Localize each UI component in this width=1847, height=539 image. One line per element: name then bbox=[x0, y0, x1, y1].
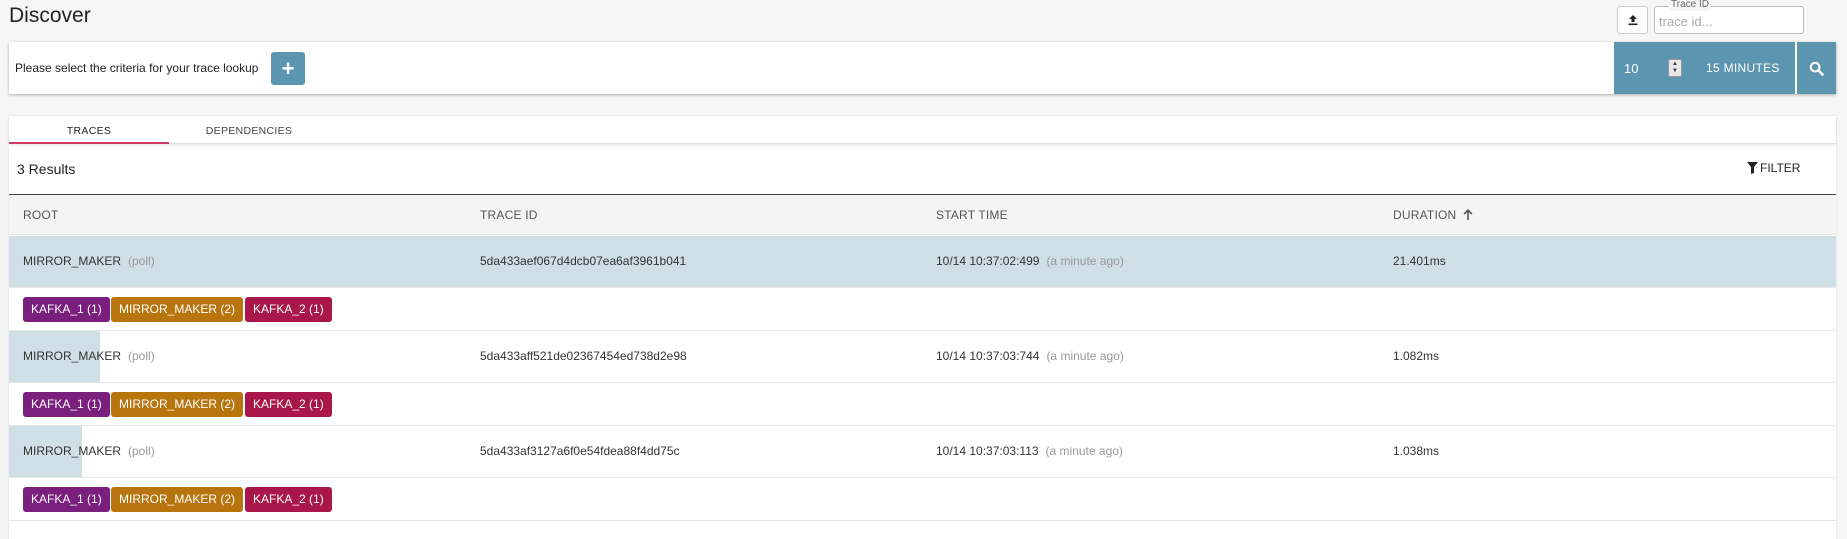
root-operation: (poll) bbox=[128, 254, 155, 268]
relative-time: (a minute ago) bbox=[1045, 444, 1123, 458]
column-header-root[interactable]: ROOT bbox=[23, 208, 58, 222]
lookup-controls: 10 ▲ ▼ 15 MINUTES bbox=[1614, 42, 1795, 94]
service-badge[interactable]: KAFKA_1 (1) bbox=[23, 297, 110, 322]
service-badge[interactable]: MIRROR_MAKER (2) bbox=[111, 392, 244, 417]
add-criteria-button[interactable]: + bbox=[271, 52, 305, 85]
start-time: 10/14 10:37:03:744 (a minute ago) bbox=[936, 349, 1124, 363]
tab-traces[interactable]: TRACES bbox=[9, 116, 169, 144]
stepper-up-icon[interactable]: ▲ bbox=[1672, 61, 1678, 68]
search-icon bbox=[1809, 61, 1824, 76]
limit-stepper[interactable]: ▲ ▼ bbox=[1668, 59, 1682, 77]
duration-header-label: DURATION bbox=[1393, 208, 1457, 222]
duration-bar bbox=[9, 236, 1836, 287]
column-header-trace-id[interactable]: TRACE ID bbox=[480, 208, 538, 222]
service-badge[interactable]: KAFKA_1 (1) bbox=[23, 487, 110, 512]
service-badges: KAFKA_1 (1) MIRROR_MAKER (2) KAFKA_2 (1) bbox=[9, 477, 1836, 521]
criteria-bar: Please select the criteria for your trac… bbox=[9, 42, 1836, 94]
duration: 21.401ms bbox=[1393, 254, 1446, 268]
root-operation: (poll) bbox=[128, 349, 155, 363]
filter-button[interactable]: FILTER bbox=[1747, 161, 1800, 175]
lookback-select[interactable]: 15 MINUTES bbox=[1706, 61, 1780, 75]
filter-icon bbox=[1747, 162, 1758, 174]
column-header-duration[interactable]: DURATION bbox=[1393, 208, 1473, 222]
search-button[interactable] bbox=[1797, 42, 1836, 94]
tab-bar: TRACES DEPENDENCIES bbox=[9, 116, 1836, 144]
limit-input[interactable]: 10 bbox=[1624, 61, 1638, 76]
root-service: MIRROR_MAKER (poll) bbox=[23, 254, 155, 268]
table-header: ROOT TRACE ID START TIME DURATION bbox=[9, 194, 1836, 235]
trace-id: 5da433aff521de02367454ed738d2e98 bbox=[480, 349, 687, 363]
service-badge[interactable]: MIRROR_MAKER (2) bbox=[111, 487, 244, 512]
stepper-down-icon[interactable]: ▼ bbox=[1672, 68, 1678, 75]
table-row[interactable]: MIRROR_MAKER (poll) 5da433aef067d4dcb07ea… bbox=[9, 236, 1836, 287]
duration: 1.038ms bbox=[1393, 444, 1440, 458]
duration: 1.082ms bbox=[1393, 349, 1440, 363]
trace-id-input[interactable] bbox=[1655, 11, 1803, 31]
filter-label: FILTER bbox=[1760, 161, 1801, 175]
service-badges: KAFKA_1 (1) MIRROR_MAKER (2) KAFKA_2 (1) bbox=[9, 382, 1836, 426]
service-badges: KAFKA_1 (1) MIRROR_MAKER (2) KAFKA_2 (1) bbox=[9, 287, 1836, 331]
criteria-prompt: Please select the criteria for your trac… bbox=[15, 61, 259, 75]
service-badge[interactable]: MIRROR_MAKER (2) bbox=[111, 297, 244, 322]
table-row[interactable]: MIRROR_MAKER (poll) 5da433af3127a6f0e54fd… bbox=[9, 426, 1836, 477]
service-badge[interactable]: KAFKA_2 (1) bbox=[245, 297, 332, 322]
start-time: 10/14 10:37:03:113 (a minute ago) bbox=[936, 444, 1123, 458]
service-badge[interactable]: KAFKA_2 (1) bbox=[245, 487, 332, 512]
trace-id: 5da433aef067d4dcb07ea6af3961b041 bbox=[480, 254, 687, 268]
arrow-up-icon bbox=[1463, 209, 1473, 220]
service-badge[interactable]: KAFKA_1 (1) bbox=[23, 392, 110, 417]
trace-id-field: Trace ID bbox=[1654, 0, 1804, 34]
root-operation: (poll) bbox=[128, 444, 155, 458]
results-panel: TRACES DEPENDENCIES 3 Results FILTER ROO… bbox=[9, 116, 1836, 539]
column-header-start-time[interactable]: START TIME bbox=[936, 208, 1008, 222]
start-time: 10/14 10:37:02:499 (a minute ago) bbox=[936, 254, 1124, 268]
trace-id: 5da433af3127a6f0e54fdea88f4dd75c bbox=[480, 444, 680, 458]
table-row[interactable]: MIRROR_MAKER (poll) 5da433aff521de0236745… bbox=[9, 331, 1836, 382]
trace-id-label: Trace ID bbox=[1669, 0, 1711, 11]
root-service: MIRROR_MAKER (poll) bbox=[23, 444, 155, 458]
upload-icon bbox=[1628, 15, 1637, 26]
tab-dependencies[interactable]: DEPENDENCIES bbox=[169, 116, 329, 144]
root-service: MIRROR_MAKER (poll) bbox=[23, 349, 155, 363]
page-title: Discover bbox=[9, 4, 91, 27]
service-badge[interactable]: KAFKA_2 (1) bbox=[245, 392, 332, 417]
relative-time: (a minute ago) bbox=[1046, 349, 1124, 363]
relative-time: (a minute ago) bbox=[1046, 254, 1124, 268]
upload-json-button[interactable] bbox=[1617, 6, 1648, 34]
results-count: 3 Results bbox=[17, 161, 76, 177]
